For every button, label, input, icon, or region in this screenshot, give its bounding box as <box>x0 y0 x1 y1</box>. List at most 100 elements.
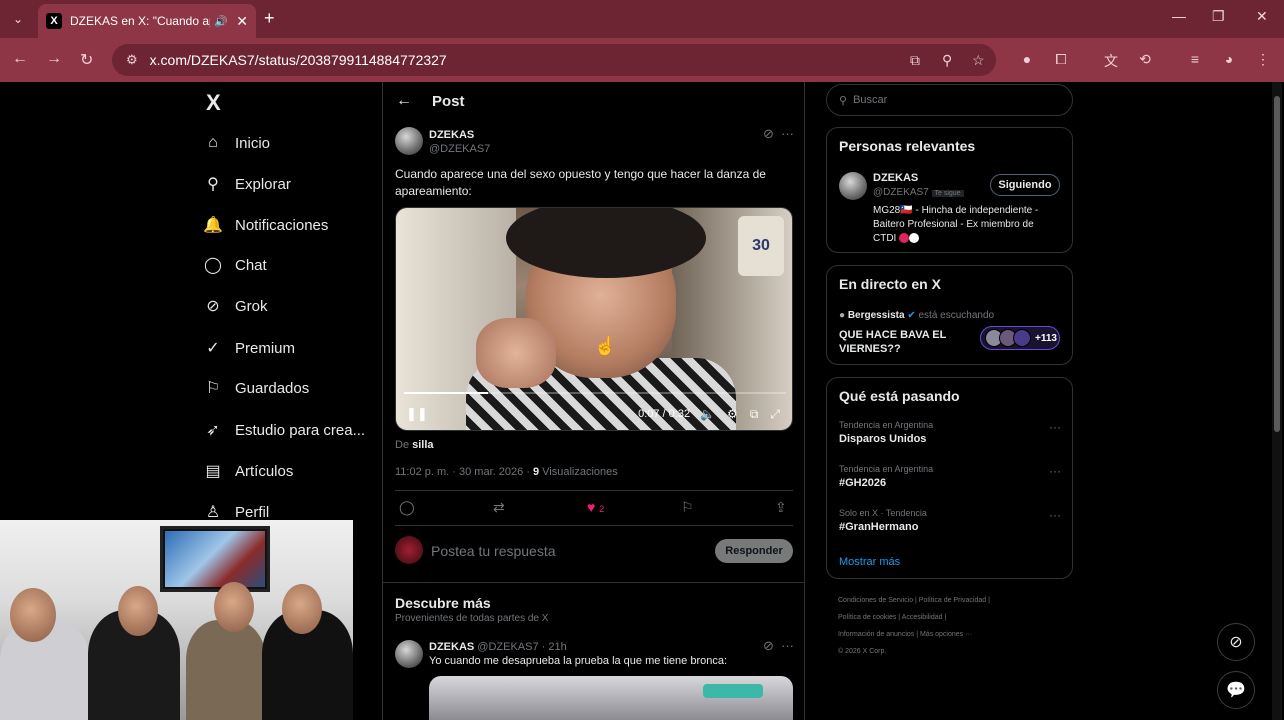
footer-line[interactable]: Condiciones de Servicio | Política de Pr… <box>838 592 1068 609</box>
close-tab-icon[interactable]: ✕ <box>236 13 248 30</box>
translate-icon[interactable]: 文 <box>1102 51 1120 69</box>
red-circle-icon <box>899 233 910 244</box>
settings-gear-icon[interactable]: ⚙ <box>727 407 738 421</box>
reply-input[interactable]: Postea tu respuesta <box>431 543 556 559</box>
more-options-icon[interactable]: ··· <box>1049 508 1061 522</box>
page-title: Post <box>432 92 465 110</box>
search-input[interactable]: ⚲ Buscar <box>826 84 1073 116</box>
bookmark-icon[interactable]: ⚐ <box>681 499 694 516</box>
trend-item[interactable]: Tendencia en Argentina #GH2026 ··· <box>839 464 1061 489</box>
author-name[interactable]: DZEKAS <box>429 129 474 141</box>
source-attribution: De silla <box>395 439 434 451</box>
person-4-head <box>282 584 322 634</box>
trend-item[interactable]: Tendencia en Argentina Disparos Unidos ··· <box>839 420 1061 445</box>
profile-avatar-icon[interactable]: ◕ <box>1220 51 1238 69</box>
author-avatar[interactable] <box>395 127 423 155</box>
reply-composer: Postea tu respuesta Responder <box>395 536 793 566</box>
site-settings-icon[interactable]: ⚙ <box>126 52 138 68</box>
nav-label: Chat <box>235 256 267 274</box>
post-timestamp[interactable]: 11:02 p. m. · 30 mar. 2026 · <box>395 466 533 478</box>
nav-item-articulos[interactable]: ▤ Artículos <box>202 457 293 485</box>
reply-button[interactable]: Responder <box>715 539 793 563</box>
live-listeners[interactable]: +113 <box>980 326 1060 350</box>
nav-item-premium[interactable]: ✓ Premium <box>202 334 295 362</box>
video-progress-bar[interactable] <box>404 392 786 394</box>
nav-item-grok[interactable]: ⊘ Grok <box>202 292 267 320</box>
speaker-icon[interactable]: 🔊 <box>214 15 228 28</box>
relevant-handle[interactable]: @DZEKAS7 Te sigue <box>873 187 964 198</box>
grok-float-icon[interactable]: ⊘ <box>1217 623 1255 661</box>
post2-media[interactable] <box>429 676 793 720</box>
volume-icon[interactable]: 🔈 <box>700 407 715 421</box>
messages-float-icon[interactable]: 💬 <box>1217 671 1255 709</box>
reload-icon[interactable]: ↻ <box>80 50 93 70</box>
footer-line: © 2026 X Corp. <box>838 648 887 655</box>
webcam-overlay <box>0 520 353 720</box>
minimize-icon[interactable]: — <box>1172 8 1186 24</box>
grok-icon[interactable]: ⊘ <box>763 638 774 654</box>
more-options-icon[interactable]: ··· <box>781 126 794 141</box>
relevant-avatar[interactable] <box>839 172 867 200</box>
reply-icon[interactable]: ◯ <box>399 499 415 516</box>
more-options-icon[interactable]: ··· <box>1049 420 1061 434</box>
author-handle[interactable]: @DZEKAS7 <box>429 143 490 155</box>
listener-avatar <box>1013 329 1031 347</box>
pip-icon[interactable]: ⧉ <box>750 407 759 422</box>
new-tab-plus-icon[interactable]: + <box>264 8 275 29</box>
chat-icon: ◯ <box>204 257 222 274</box>
bookmark-star-icon[interactable]: ☆ <box>972 52 985 69</box>
host-avatar-icon: ● <box>839 310 846 321</box>
search-icon: ⚲ <box>839 94 848 107</box>
post2-author[interactable]: DZEKAS @DZEKAS7 · 21h <box>429 641 567 653</box>
bell-icon: 🔔 <box>203 217 223 234</box>
more-options-icon[interactable]: ··· <box>781 638 794 653</box>
nav-item-notificaciones[interactable]: 🔔 Notificaciones <box>202 211 328 239</box>
live-topic[interactable]: QUE HACE BAVA EL VIERNES?? <box>839 328 979 356</box>
like-icon[interactable]: ♥ 2 <box>587 499 604 515</box>
nav-item-explorar[interactable]: ⚲ Explorar <box>202 170 291 198</box>
scrollbar-thumb[interactable] <box>1274 96 1280 432</box>
address-bar[interactable]: ⚙ x.com/DZEKAS7/status/20387991148847723… <box>112 44 996 76</box>
browser-tab-active[interactable]: X DZEKAS en X: "Cuando apa 🔊 ✕ <box>38 4 256 38</box>
extensions-puzzle-icon[interactable]: ⧠ <box>1052 51 1070 69</box>
forward-arrow-icon[interactable]: → <box>46 50 62 68</box>
video-player[interactable]: 30 ☝ ❚❚ 0:07 / 0:32 🔈 ⚙ ⧉ ⤢ <box>395 207 793 431</box>
pause-icon[interactable]: ❚❚ <box>406 406 428 422</box>
page-scrollbar[interactable] <box>1272 82 1282 720</box>
footer-line[interactable]: Política de cookies | Accesibilidad | <box>838 609 1068 626</box>
source-link[interactable]: silla <box>412 439 433 451</box>
trend-item[interactable]: Solo en X · Tendencia #GranHermano ··· <box>839 508 1061 533</box>
following-button[interactable]: Siguiendo <box>990 174 1060 196</box>
share-icon[interactable]: ⇪ <box>775 499 787 516</box>
maximize-icon[interactable]: ❐ <box>1212 8 1225 25</box>
live-host[interactable]: ● Bergessista ✔ está escuchando <box>839 310 994 321</box>
footer-line[interactable]: Información de anuncios | Más opciones ·… <box>838 626 1068 643</box>
more-options-icon[interactable]: ··· <box>1049 464 1061 478</box>
post2-avatar[interactable] <box>395 640 423 668</box>
zoom-icon[interactable]: ⚲ <box>942 52 952 69</box>
tab-search-chevron-icon[interactable]: ⌄ <box>8 9 28 29</box>
bookmark-icon: ⚐ <box>205 380 221 397</box>
show-more-link[interactable]: Mostrar más <box>839 556 900 568</box>
grok-icon[interactable]: ⊘ <box>763 126 774 142</box>
person-1-head <box>10 588 56 642</box>
fullscreen-icon[interactable]: ⤢ <box>770 407 780 422</box>
nav-item-estudio[interactable]: ➶ Estudio para crea... <box>202 416 365 444</box>
back-icon[interactable]: ← <box>396 92 412 110</box>
close-window-icon[interactable]: ✕ <box>1256 8 1268 25</box>
nav-item-chat[interactable]: ◯ Chat <box>202 251 267 279</box>
media-badge <box>703 684 763 698</box>
media-control-icon[interactable]: ≡ <box>1186 51 1204 69</box>
person-3 <box>186 620 266 720</box>
repost-icon[interactable]: ⇄ <box>493 499 505 516</box>
user-avatar[interactable] <box>395 536 423 564</box>
relevant-name[interactable]: DZEKAS <box>873 172 918 184</box>
back-arrow-icon[interactable]: ← <box>12 50 28 68</box>
menu-kebab-icon[interactable]: ⋮ <box>1254 51 1272 69</box>
history-icon[interactable]: ⟲ <box>1136 51 1154 69</box>
nav-item-guardados[interactable]: ⚐ Guardados <box>202 374 309 402</box>
extension-blue-icon[interactable]: ● <box>1018 51 1036 69</box>
install-app-icon[interactable]: ⧉ <box>910 52 920 69</box>
nav-item-inicio[interactable]: ⌂ Inicio <box>202 129 270 157</box>
x-logo-icon[interactable]: X <box>206 90 221 116</box>
